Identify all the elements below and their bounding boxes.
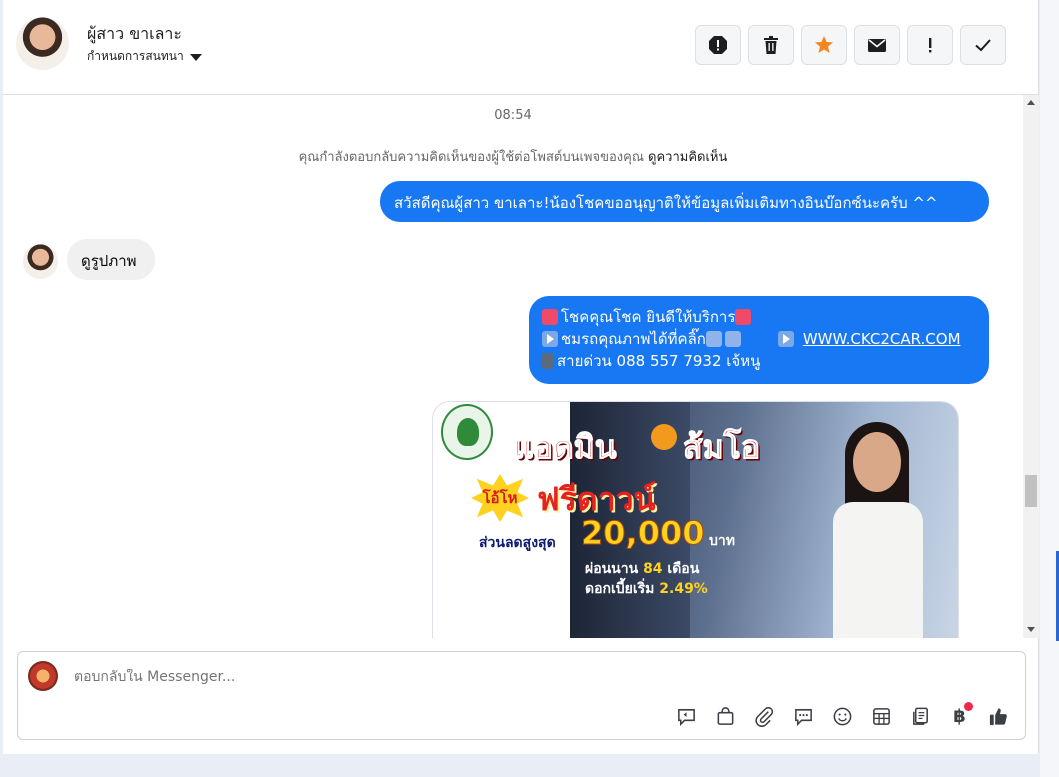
appointment-button[interactable]: [869, 704, 894, 729]
discount-value: 20,000: [580, 514, 705, 553]
check-icon: [975, 39, 991, 52]
reply-input[interactable]: [74, 669, 674, 685]
scroll-up-icon[interactable]: [1027, 100, 1035, 105]
dealer-logo: [441, 404, 493, 460]
attach-icon: [755, 706, 774, 727]
mail-icon: [868, 39, 886, 52]
conversation-header: ผู้สาว ขาเลาะ กำหนดการสนทนา: [3, 0, 1039, 95]
bag-icon: [717, 707, 734, 725]
like-button[interactable]: [986, 704, 1011, 729]
emoji-icon: [833, 707, 852, 726]
contact-avatar[interactable]: [16, 17, 69, 70]
play-icon: [542, 331, 558, 347]
thread-scrollbar[interactable]: [1023, 95, 1039, 638]
emoji-button[interactable]: [830, 704, 855, 729]
page-avatar: [28, 661, 58, 691]
outgoing-message[interactable]: โชคคุณโชค ยินดีให้บริการ ชมรถคุณภาพได้ที…: [529, 296, 989, 384]
scroll-thumb[interactable]: [1025, 475, 1037, 507]
message-line: สายด่วน 088 557 7932 เจ้หนู: [542, 350, 976, 372]
table-icon: [873, 708, 890, 725]
message-line-text: สายด่วน 088 557 7932 เจ้หนู: [557, 352, 761, 370]
reply-context-notice: คุณกำลังตอบกลับความคิดเห็นของผู้ใช้ต่อโพ…: [3, 146, 1023, 167]
notes-icon: [913, 707, 928, 725]
mark-unread-button[interactable]: [854, 25, 900, 65]
like-icon: [989, 708, 1007, 726]
phone-icon: [542, 353, 554, 369]
reply-icon: [678, 709, 695, 726]
incoming-message[interactable]: ดูรูปภาพ: [67, 239, 155, 280]
promo-title: แอดมิน: [513, 428, 618, 467]
star-button[interactable]: [801, 25, 847, 65]
person-figure: [823, 422, 933, 638]
currency-label: บาท: [709, 533, 735, 549]
message-templates-button[interactable]: [791, 704, 816, 729]
attach-button[interactable]: [752, 704, 777, 729]
message-composer: ฿: [17, 651, 1026, 740]
website-link[interactable]: WWW.CKC2CAR.COM: [803, 328, 961, 350]
delete-button[interactable]: [748, 25, 794, 65]
promo-burst: โอ้โห: [471, 474, 529, 522]
payment-button[interactable]: ฿: [947, 702, 973, 729]
orange-icon: [651, 424, 677, 450]
notification-dot: [964, 702, 973, 711]
notes-button[interactable]: [908, 704, 933, 729]
notice-text: คุณกำลังตอบกลับความคิดเห็นของผู้ใช้ต่อโพ…: [298, 150, 644, 165]
assign-label: กำหนดการสนทนา: [87, 49, 184, 63]
messenger-panel: ผู้สาว ขาเลาะ กำหนดการสนทนา 08:54 คุณกำล…: [3, 0, 1039, 754]
message-thread: 08:54 คุณกำลังตอบกลับความคิดเห็นของผู้ใช…: [3, 95, 1023, 638]
shop-button[interactable]: [713, 704, 738, 729]
saved-reply-button[interactable]: [674, 704, 699, 729]
interest-text: ดอกเบี้ยเริ่ม 2.49%: [585, 581, 708, 597]
outgoing-message[interactable]: สวัสดีคุณผู้สาว ขาเลาะ!น้องโชคขออนุญาติใ…: [380, 181, 989, 222]
message-line-text: โชคคุณโชค ยินดีให้บริการ: [561, 308, 736, 326]
header-actions: [695, 25, 1006, 65]
report-icon: [709, 36, 727, 54]
contact-name[interactable]: ผู้สาว ขาเลาะ: [87, 22, 182, 47]
message-line: ชมรถคุณภาพได้ที่คลิ๊ก WWW.CKC2CAR.COM: [542, 328, 976, 350]
chat-icon: [795, 709, 812, 726]
down-arrow-icon: [705, 331, 722, 347]
discount-label: ส่วนลดสูงสุด: [479, 535, 556, 551]
right-edge-strip: [1040, 0, 1059, 777]
star-icon: [815, 36, 833, 53]
sparkle-icon: [542, 309, 558, 325]
promo-image[interactable]: แอดมิน ส้มโอ โอ้โห ฟรีดาวน์ ส่วนลดสูงสุด…: [432, 401, 959, 638]
down-arrow-icon: [724, 331, 741, 347]
sender-avatar[interactable]: [23, 244, 58, 279]
trash-icon: [764, 36, 778, 54]
message-timestamp: 08:54: [494, 108, 532, 123]
alert-icon: [929, 38, 932, 53]
message-line-text: ชมรถคุณภาพได้ที่คลิ๊ก: [561, 330, 706, 348]
message-line: โชคคุณโชค ยินดีให้บริการ: [542, 306, 976, 328]
assign-conversation-dropdown[interactable]: กำหนดการสนทนา: [87, 47, 202, 66]
promo-title-name: ส้มโอ: [682, 428, 761, 467]
mark-important-button[interactable]: [907, 25, 953, 65]
composer-toolbar: ฿: [674, 702, 1011, 729]
mark-done-button[interactable]: [960, 25, 1006, 65]
scroll-down-icon[interactable]: [1027, 627, 1035, 632]
report-button[interactable]: [695, 25, 741, 65]
view-comment-link[interactable]: ดูความคิดเห็น: [648, 150, 727, 165]
play-icon: [777, 331, 794, 347]
installment-text: ผ่อนนาน 84 เดือน: [585, 561, 700, 577]
sparkle-icon: [735, 309, 752, 325]
chevron-down-icon: [189, 54, 202, 61]
